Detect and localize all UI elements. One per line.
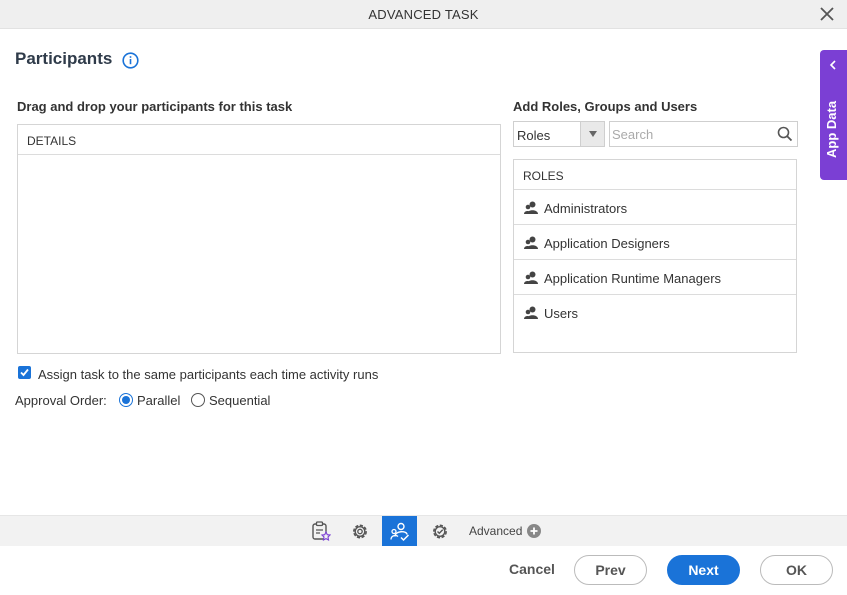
add-roles-label: Add Roles, Groups and Users [513, 99, 698, 114]
sequential-label[interactable]: Sequential [209, 393, 270, 408]
info-icon[interactable] [122, 52, 139, 69]
details-header: DETAILS [18, 125, 500, 155]
title-bar: ADVANCED TASK [0, 0, 847, 29]
approval-order-label: Approval Order: [15, 393, 107, 408]
checkmark-icon [20, 368, 29, 377]
search-input[interactable] [612, 125, 772, 143]
role-icon [524, 201, 538, 214]
parallel-label[interactable]: Parallel [137, 393, 180, 408]
role-label: Application Designers [544, 236, 670, 251]
plus-circle-icon[interactable] [527, 524, 541, 538]
role-item-users[interactable]: Users [514, 295, 796, 330]
roles-list-header: ROLES [514, 160, 796, 190]
settings-gear-icon [353, 524, 367, 539]
participant-type-select[interactable]: Roles [513, 121, 605, 147]
chevron-left-icon [829, 60, 836, 70]
ok-button[interactable]: OK [760, 555, 833, 585]
role-icon [524, 271, 538, 284]
assign-same-checkbox[interactable] [18, 366, 31, 379]
roles-list: ROLES Administrators Application Designe… [513, 159, 797, 353]
role-icon [524, 236, 538, 249]
participants-drop-label: Drag and drop your participants for this… [17, 99, 293, 114]
assign-same-label: Assign task to the same participants eac… [38, 367, 379, 382]
search-box[interactable] [609, 121, 798, 147]
search-icon[interactable] [777, 126, 793, 142]
advanced-menu-label[interactable]: Advanced [469, 524, 522, 538]
role-label: Users [544, 306, 578, 321]
participant-type-value: Roles [517, 128, 551, 143]
chevron-down-icon[interactable] [580, 122, 604, 146]
app-data-label: App Data [824, 100, 839, 158]
participants-drop-zone[interactable]: DETAILS [17, 124, 501, 354]
dialog-footer: Cancel Prev Next OK [0, 546, 847, 595]
role-item-application-runtime-managers[interactable]: Application Runtime Managers [514, 260, 796, 295]
advanced-settings-gear-icon [433, 524, 447, 539]
sequential-radio[interactable] [191, 393, 205, 407]
parallel-radio[interactable] [119, 393, 133, 407]
app-data-tab[interactable]: App Data [820, 50, 847, 180]
page-title: Participants [15, 49, 113, 68]
prev-button[interactable]: Prev [574, 555, 647, 585]
bottom-toolbar: Advanced [0, 515, 847, 547]
role-label: Administrators [544, 201, 628, 216]
participants-icon [390, 522, 410, 542]
next-button[interactable]: Next [667, 555, 740, 585]
role-item-application-designers[interactable]: Application Designers [514, 225, 796, 260]
task-form-icon [312, 521, 331, 542]
role-label: Application Runtime Managers [544, 271, 722, 286]
tab-participants[interactable] [382, 516, 417, 547]
tab-settings[interactable] [342, 516, 377, 547]
cancel-button[interactable]: Cancel [503, 555, 561, 585]
role-icon [524, 306, 538, 319]
role-item-administrators[interactable]: Administrators [514, 190, 796, 225]
tab-task-form[interactable] [303, 516, 338, 547]
window-title: ADVANCED TASK [368, 7, 479, 22]
close-icon[interactable] [819, 6, 835, 22]
tab-advanced-settings[interactable] [422, 516, 457, 547]
